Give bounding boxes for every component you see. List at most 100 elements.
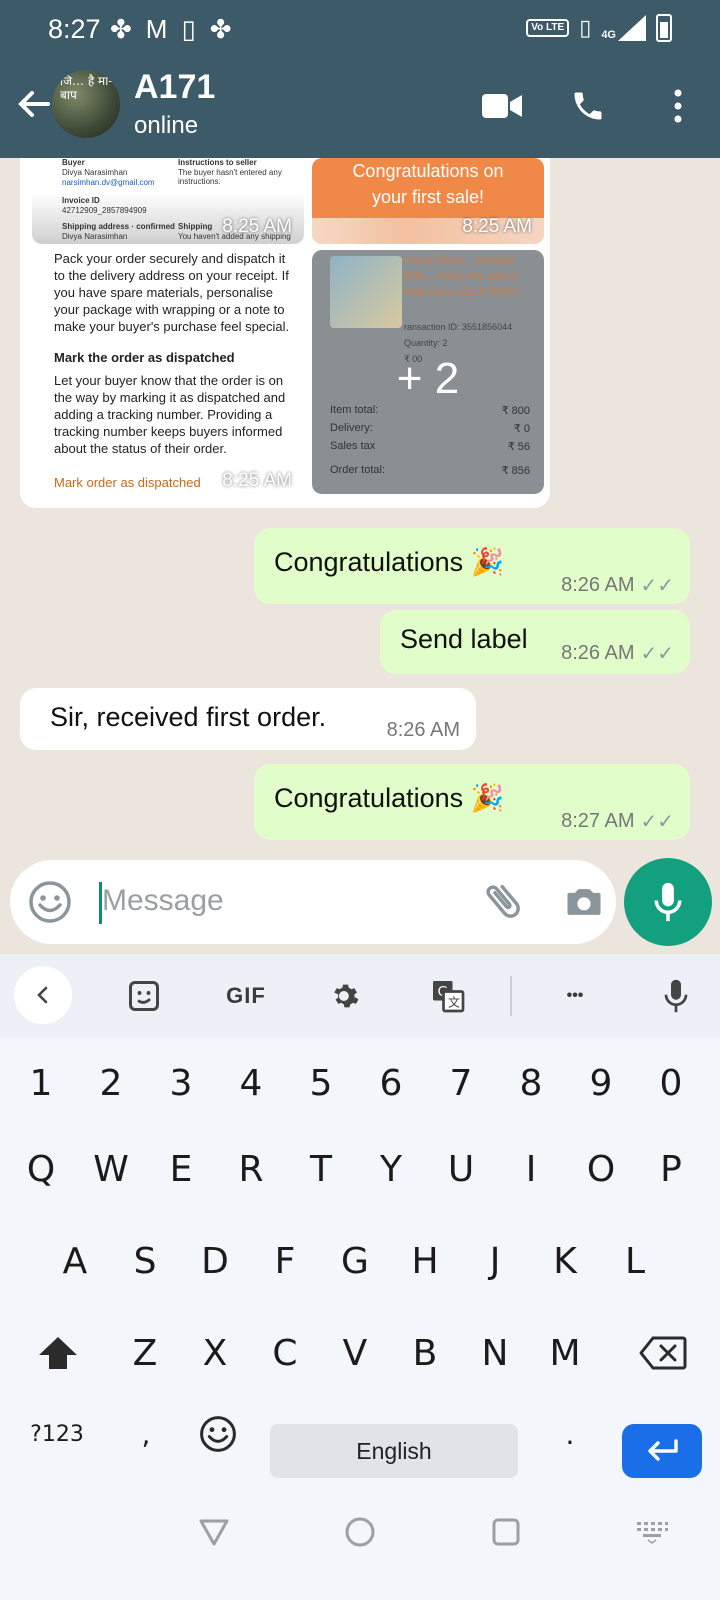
delivery-value: ₹ 0 <box>513 423 530 435</box>
voice-typing-icon[interactable] <box>652 972 700 1020</box>
keyboard-switch-icon[interactable] <box>630 1510 674 1554</box>
key-t[interactable]: T <box>286 1128 356 1210</box>
gif-button[interactable]: GIF <box>218 972 274 1020</box>
contact-name[interactable]: A171 <box>134 68 215 107</box>
status-bar: 8:27 ✤ M ▯ ✤ Vo LTE ▯ 4G <box>0 0 720 62</box>
message-meta: 8:26 AM ✓✓ <box>561 573 674 598</box>
shift-key[interactable] <box>20 1312 96 1394</box>
media-tile-order-summary[interactable]: Home Decor , ndmade Gifts , Indian Art, … <box>312 250 544 494</box>
navigation-bar <box>0 1480 720 1600</box>
sticker-icon[interactable] <box>120 972 168 1020</box>
key-5[interactable]: 5 <box>286 1042 356 1124</box>
settings-gear-icon[interactable] <box>322 972 370 1020</box>
svg-text:文: 文 <box>448 995 460 1010</box>
home-nav-icon[interactable] <box>338 1510 382 1554</box>
key-j[interactable]: J <box>460 1220 530 1302</box>
battery-icon <box>656 14 672 42</box>
outgoing-message[interactable]: Send label 8:26 AM ✓✓ <box>380 610 690 674</box>
key-e[interactable]: E <box>146 1128 216 1210</box>
media-tile-congrats[interactable]: Congratulations on your first sale! 8:25… <box>312 158 544 244</box>
qwerty-row-3: Z X C V B N M <box>0 1312 720 1394</box>
backspace-key[interactable] <box>620 1312 706 1394</box>
key-v[interactable]: V <box>320 1312 390 1394</box>
voice-message-button[interactable] <box>624 858 712 946</box>
translate-icon[interactable]: G文 <box>424 972 472 1020</box>
symbols-key[interactable]: ?123 <box>14 1404 100 1464</box>
keyboard: 1 2 3 4 5 6 7 8 9 0 Q W E R T Y U I O P … <box>0 1038 720 1480</box>
media-tile-invoice[interactable]: Buyer Divya Narasimhan narsimhan.dv@gmai… <box>32 158 304 244</box>
quantity: Quantity: 2 <box>404 338 448 348</box>
key-h[interactable]: H <box>390 1220 460 1302</box>
incoming-message[interactable]: Sir, received first order. 8:26 AM <box>20 688 476 750</box>
key-l[interactable]: L <box>600 1220 670 1302</box>
key-4[interactable]: 4 <box>216 1042 286 1124</box>
back-nav-icon[interactable] <box>192 1510 236 1554</box>
key-0[interactable]: 0 <box>636 1042 706 1124</box>
key-q[interactable]: Q <box>6 1128 76 1210</box>
recents-nav-icon[interactable] <box>484 1510 528 1554</box>
app-icon-2: ✤ <box>209 14 232 44</box>
key-f[interactable]: F <box>250 1220 320 1302</box>
back-arrow-icon[interactable] <box>14 84 54 124</box>
invoice-label: Invoice ID <box>62 196 100 205</box>
more-media-count: + 2 <box>396 354 460 403</box>
key-p[interactable]: P <box>636 1128 706 1210</box>
comma-key[interactable]: , <box>118 1404 174 1464</box>
key-d[interactable]: D <box>180 1220 250 1302</box>
avatar[interactable]: जि… है मां-बाप <box>52 70 120 138</box>
signal-icon: 4G <box>601 15 646 41</box>
camera-icon[interactable] <box>562 880 606 924</box>
read-ticks-icon: ✓✓ <box>640 811 674 833</box>
status-time: 8:27 <box>48 14 101 44</box>
enter-icon <box>648 1439 678 1461</box>
key-s[interactable]: S <box>110 1220 180 1302</box>
key-r[interactable]: R <box>216 1128 286 1210</box>
key-2[interactable]: 2 <box>76 1042 146 1124</box>
shipping-label-2: Shipping <box>178 222 213 231</box>
voice-call-icon[interactable] <box>566 84 610 128</box>
key-3[interactable]: 3 <box>146 1042 216 1124</box>
key-z[interactable]: Z <box>110 1312 180 1394</box>
key-c[interactable]: C <box>250 1312 320 1394</box>
outgoing-message[interactable]: Congratulations 🎉 8:27 AM ✓✓ <box>254 764 690 840</box>
key-k[interactable]: K <box>530 1220 600 1302</box>
attachment-icon[interactable] <box>480 878 526 924</box>
key-a[interactable]: A <box>40 1220 110 1302</box>
network-type-label: 4G <box>601 29 616 41</box>
key-y[interactable]: Y <box>356 1128 426 1210</box>
key-7[interactable]: 7 <box>426 1042 496 1124</box>
key-x[interactable]: X <box>180 1312 250 1394</box>
microphone-icon <box>654 882 682 922</box>
media-tile-instructions[interactable]: Pack your order securely and dispatch it… <box>32 250 304 498</box>
key-g[interactable]: G <box>320 1220 390 1302</box>
key-8[interactable]: 8 <box>496 1042 566 1124</box>
outgoing-message[interactable]: Congratulations 🎉 8:26 AM ✓✓ <box>254 528 690 604</box>
key-w[interactable]: W <box>76 1128 146 1210</box>
period-key[interactable]: . <box>540 1404 600 1464</box>
space-bar[interactable]: English <box>270 1424 518 1478</box>
enter-key[interactable] <box>622 1424 702 1478</box>
emoji-icon[interactable] <box>28 880 72 924</box>
more-tools-icon[interactable]: ••• <box>548 972 602 1020</box>
key-m[interactable]: M <box>530 1312 600 1394</box>
message-time: 8:26 AM <box>561 642 635 664</box>
key-9[interactable]: 9 <box>566 1042 636 1124</box>
key-o[interactable]: O <box>566 1128 636 1210</box>
key-1[interactable]: 1 <box>6 1042 76 1124</box>
item-total-label: Item total: <box>330 404 379 416</box>
key-n[interactable]: N <box>460 1312 530 1394</box>
key-6[interactable]: 6 <box>356 1042 426 1124</box>
message-time: 8:26 AM <box>386 719 460 741</box>
download-icon: ▯ <box>181 14 196 44</box>
key-b[interactable]: B <box>390 1312 460 1394</box>
chat-area: Buyer Divya Narasimhan narsimhan.dv@gmai… <box>0 158 720 858</box>
item-total-value: ₹ 800 <box>501 405 530 417</box>
video-call-icon[interactable] <box>480 84 524 128</box>
more-options-icon[interactable] <box>656 84 700 128</box>
emoji-key[interactable] <box>190 1404 246 1464</box>
key-i[interactable]: I <box>496 1128 566 1210</box>
message-meta: 8:26 AM ✓✓ <box>561 641 674 666</box>
message-input[interactable]: Message <box>102 884 224 918</box>
key-u[interactable]: U <box>426 1128 496 1210</box>
collapse-toolbar-icon[interactable] <box>14 966 72 1024</box>
